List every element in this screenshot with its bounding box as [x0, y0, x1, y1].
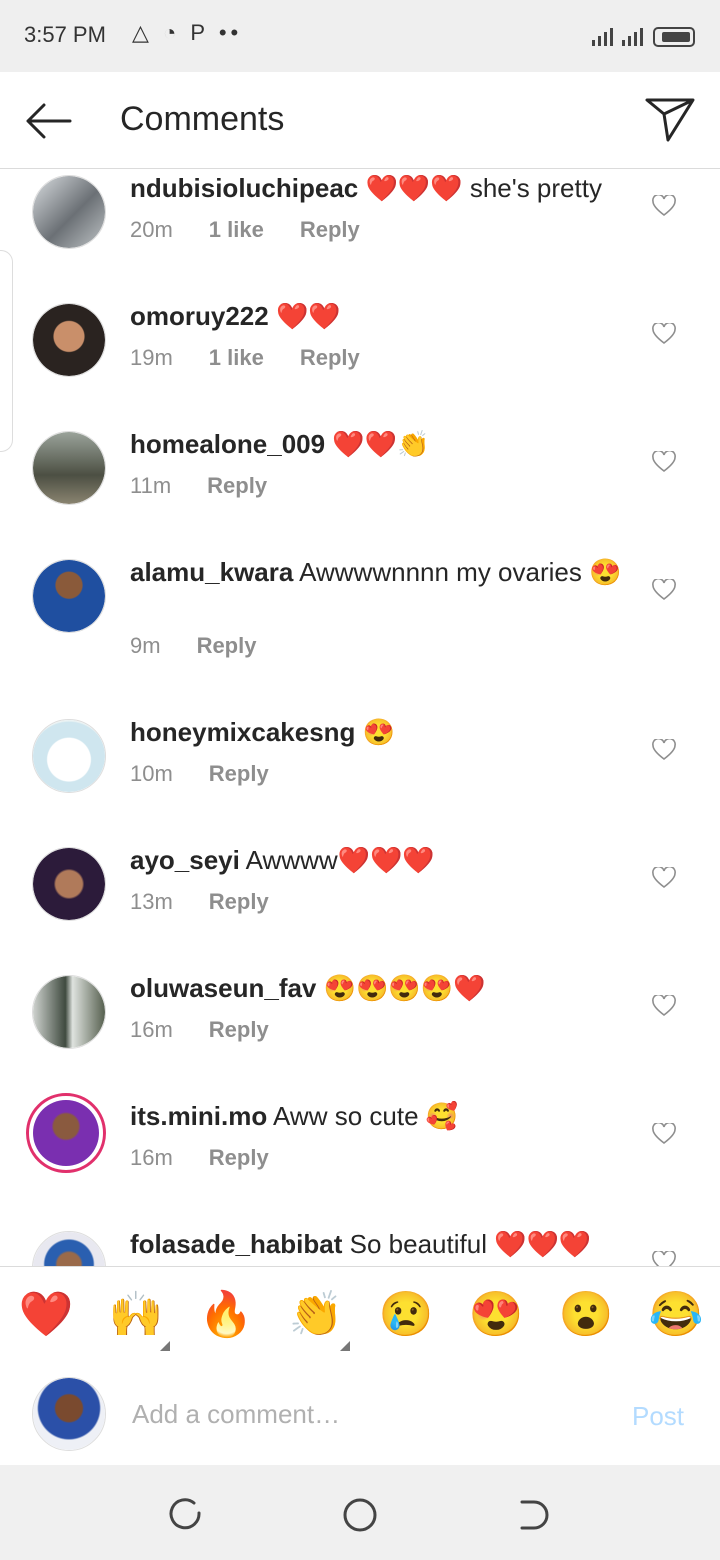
- comment-list: ndubisioluchipeac ❤️❤️❤️ she's pretty 20…: [0, 169, 720, 1266]
- comment-body: Awwwwnnnn my ovaries 😍: [299, 557, 622, 587]
- post-button[interactable]: Post: [632, 1401, 684, 1432]
- reaction-red-heart[interactable]: ❤️: [16, 1289, 76, 1341]
- share-send-icon[interactable]: [644, 96, 696, 144]
- comment-time: 16m: [130, 1017, 173, 1042]
- avatar[interactable]: [32, 175, 106, 249]
- reply-button[interactable]: Reply: [209, 1145, 269, 1170]
- reply-button[interactable]: Reply: [209, 761, 269, 786]
- skin-tone-indicator-icon: [160, 1341, 170, 1351]
- comment-likes[interactable]: 1 like: [209, 345, 264, 370]
- reply-button[interactable]: Reply: [207, 473, 267, 498]
- comment-body: 😍: [362, 717, 396, 747]
- comment-username[interactable]: omoruy222: [130, 301, 269, 331]
- comment-body: ❤️❤️👏: [332, 429, 430, 459]
- comment-body: Aww so cute 🥰: [273, 1101, 459, 1131]
- reply-button[interactable]: Reply: [209, 889, 269, 914]
- my-avatar: [32, 1377, 106, 1451]
- skin-tone-indicator-icon: [340, 1341, 350, 1351]
- like-heart-icon[interactable]: [652, 1123, 676, 1145]
- like-heart-icon[interactable]: [652, 579, 676, 601]
- signal-battery-icon: [592, 27, 695, 47]
- comment-username[interactable]: ndubisioluchipeac: [130, 173, 358, 203]
- comment-username[interactable]: folasade_habibat: [130, 1229, 342, 1259]
- back-arrow-icon[interactable]: [20, 96, 76, 146]
- avatar[interactable]: [32, 975, 106, 1049]
- comment-username[interactable]: honeymixcakesng: [130, 717, 355, 747]
- back-nav-icon[interactable]: [514, 1495, 554, 1535]
- add-comment-input[interactable]: [130, 1391, 574, 1437]
- system-nav-bar: [0, 1465, 720, 1560]
- emoji-reaction-bar: ❤️ 🙌 🔥 👏 😢 😍 😮 😂: [0, 1266, 720, 1364]
- like-heart-icon[interactable]: [652, 323, 676, 345]
- comment-body: ❤️❤️: [275, 301, 341, 331]
- avatar[interactable]: [32, 847, 106, 921]
- comment-username[interactable]: oluwaseun_fav: [130, 973, 316, 1003]
- notification-icons: △ ◔ P ••: [132, 20, 243, 45]
- comment-username[interactable]: alamu_kwara: [130, 557, 293, 587]
- comment-time: 16m: [130, 1145, 173, 1170]
- comment-time: 11m: [130, 473, 172, 498]
- home-circle-icon[interactable]: [340, 1495, 380, 1535]
- reply-button[interactable]: Reply: [209, 1017, 269, 1042]
- reply-button[interactable]: Reply: [300, 345, 360, 370]
- page-title: Comments: [120, 100, 285, 138]
- reaction-fire[interactable]: 🔥: [196, 1289, 256, 1341]
- comment-body: So beautiful ❤️❤️❤️: [349, 1229, 592, 1259]
- avatar[interactable]: [32, 559, 106, 633]
- avatar[interactable]: [32, 1231, 106, 1266]
- comment-time: 9m: [130, 633, 161, 658]
- comment-time: 20m: [130, 217, 173, 242]
- comment-username[interactable]: ayo_seyi: [130, 845, 240, 875]
- reply-button[interactable]: Reply: [300, 217, 360, 242]
- like-heart-icon[interactable]: [652, 739, 676, 761]
- comment-body: Awwww❤️❤️❤️: [245, 845, 435, 875]
- reaction-clapping-hands[interactable]: 👏: [286, 1289, 346, 1341]
- comment-likes[interactable]: 1 like: [209, 217, 264, 242]
- reply-button[interactable]: Reply: [197, 633, 257, 658]
- reaction-surprised-face[interactable]: 😮: [556, 1289, 616, 1341]
- reaction-crying-face[interactable]: 😢: [376, 1289, 436, 1341]
- app-bar: Comments: [0, 72, 720, 169]
- reaction-tears-of-joy[interactable]: 😂: [646, 1289, 706, 1341]
- status-time: 3:57 PM: [24, 22, 106, 47]
- like-heart-icon[interactable]: [652, 451, 676, 473]
- like-heart-icon[interactable]: [652, 1251, 676, 1266]
- like-heart-icon[interactable]: [652, 195, 676, 217]
- comment-composer: Post: [0, 1363, 720, 1465]
- avatar[interactable]: [32, 431, 106, 505]
- comment-time: 19m: [130, 345, 173, 370]
- reaction-heart-eyes[interactable]: 😍: [466, 1289, 526, 1341]
- recent-apps-icon[interactable]: [166, 1495, 206, 1535]
- like-heart-icon[interactable]: [652, 867, 676, 889]
- comment-time: 10m: [130, 761, 173, 786]
- comment-body: ❤️❤️❤️ she's pretty: [365, 173, 602, 203]
- comment-username[interactable]: its.mini.mo: [130, 1101, 267, 1131]
- avatar[interactable]: [32, 303, 106, 377]
- avatar[interactable]: [32, 719, 106, 793]
- avatar-with-story-ring[interactable]: [26, 1093, 106, 1173]
- comment-time: 13m: [130, 889, 173, 914]
- comment-username[interactable]: homealone_009: [130, 429, 325, 459]
- reaction-raising-hands[interactable]: 🙌: [106, 1289, 166, 1341]
- comment-body: 😍😍😍😍❤️: [323, 973, 486, 1003]
- like-heart-icon[interactable]: [652, 995, 676, 1017]
- status-bar: 3:57 PM △ ◔ P ••: [0, 0, 720, 72]
